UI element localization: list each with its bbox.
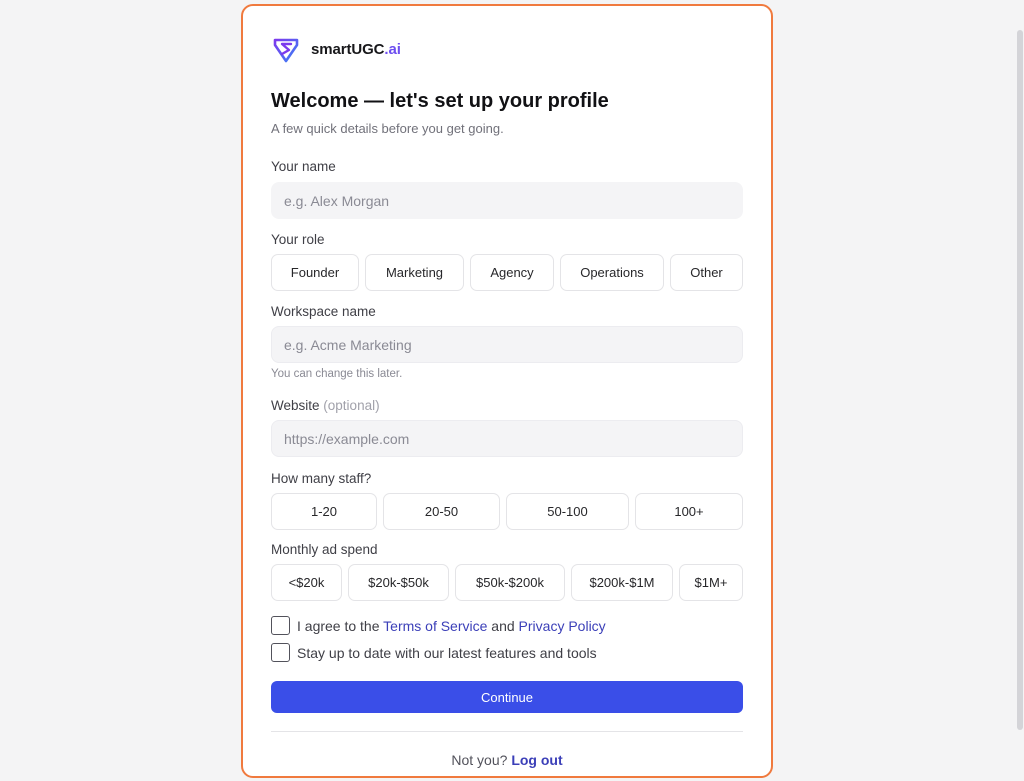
terms-checkbox[interactable] (271, 616, 290, 635)
staff-option-20-50[interactable]: 20-50 (383, 493, 500, 530)
website-label: Website (optional) (271, 398, 380, 413)
staff-option-100-plus[interactable]: 100+ (635, 493, 743, 530)
role-option-agency[interactable]: Agency (470, 254, 554, 291)
staff-option-1-20[interactable]: 1-20 (271, 493, 377, 530)
workspace-label: Workspace name (271, 304, 376, 319)
onboarding-card: smartUGC.ai Welcome — let's set up your … (241, 4, 773, 778)
role-label: Your role (271, 232, 325, 247)
footer-divider (271, 731, 743, 732)
footer-prompt: Not you? (451, 752, 508, 768)
terms-consent: I agree to the Terms of Service and Priv… (271, 616, 606, 635)
name-label: Your name (271, 159, 336, 174)
staff-options: 1-20 20-50 50-100 100+ (271, 493, 743, 530)
brand-suffix: .ai (384, 40, 401, 58)
updates-consent: Stay up to date with our latest features… (271, 643, 597, 662)
page-scrollbar[interactable] (1016, 30, 1024, 730)
updates-label: Stay up to date with our latest features… (297, 644, 597, 661)
brand-logo: smartUGC.ai (271, 34, 401, 64)
ad-spend-option-200k-1m[interactable]: $200k-$1M (571, 564, 673, 601)
website-label-text: Website (271, 398, 320, 413)
terms-joiner: and (491, 617, 515, 634)
role-option-other[interactable]: Other (670, 254, 743, 291)
logout-link[interactable]: Log out (511, 752, 562, 768)
ad-spend-option-under-20k[interactable]: <$20k (271, 564, 342, 601)
footer: Not you? Log out (271, 752, 743, 768)
card-content: smartUGC.ai Welcome — let's set up your … (271, 6, 743, 776)
continue-button[interactable]: Continue (271, 681, 743, 713)
ad-spend-option-50k-200k[interactable]: $50k-$200k (455, 564, 565, 601)
role-option-operations[interactable]: Operations (560, 254, 664, 291)
ad-spend-option-1m-plus[interactable]: $1M+ (679, 564, 743, 601)
terms-of-service-link[interactable]: Terms of Service (383, 618, 487, 634)
page-scrollbar-thumb[interactable] (1017, 30, 1023, 730)
role-options: Founder Marketing Agency Operations Othe… (271, 254, 743, 291)
privacy-policy-link[interactable]: Privacy Policy (519, 618, 606, 634)
ad-spend-label: Monthly ad spend (271, 542, 378, 557)
ad-spend-option-20k-50k[interactable]: $20k-$50k (348, 564, 449, 601)
workspace-hint: You can change this later. (271, 368, 403, 380)
name-input[interactable] (271, 182, 743, 219)
ad-spend-options: <$20k $20k-$50k $50k-$200k $200k-$1M $1M… (271, 564, 743, 601)
staff-option-50-100[interactable]: 50-100 (506, 493, 629, 530)
role-option-founder[interactable]: Founder (271, 254, 359, 291)
terms-prefix: I agree to the (297, 617, 380, 634)
website-input[interactable] (271, 420, 743, 457)
role-option-marketing[interactable]: Marketing (365, 254, 464, 291)
page-title: Welcome — let's set up your profile (271, 90, 609, 112)
brand-name: smartUGC.ai (311, 40, 401, 58)
updates-checkbox[interactable] (271, 643, 290, 662)
superhero-s-logo-icon (273, 38, 299, 63)
terms-text: I agree to the Terms of Service and Priv… (297, 618, 606, 634)
workspace-input[interactable] (271, 326, 743, 363)
page-subtitle: A few quick details before you get going… (271, 121, 504, 136)
staff-label: How many staff? (271, 471, 372, 486)
website-optional-tag: (optional) (323, 398, 380, 413)
